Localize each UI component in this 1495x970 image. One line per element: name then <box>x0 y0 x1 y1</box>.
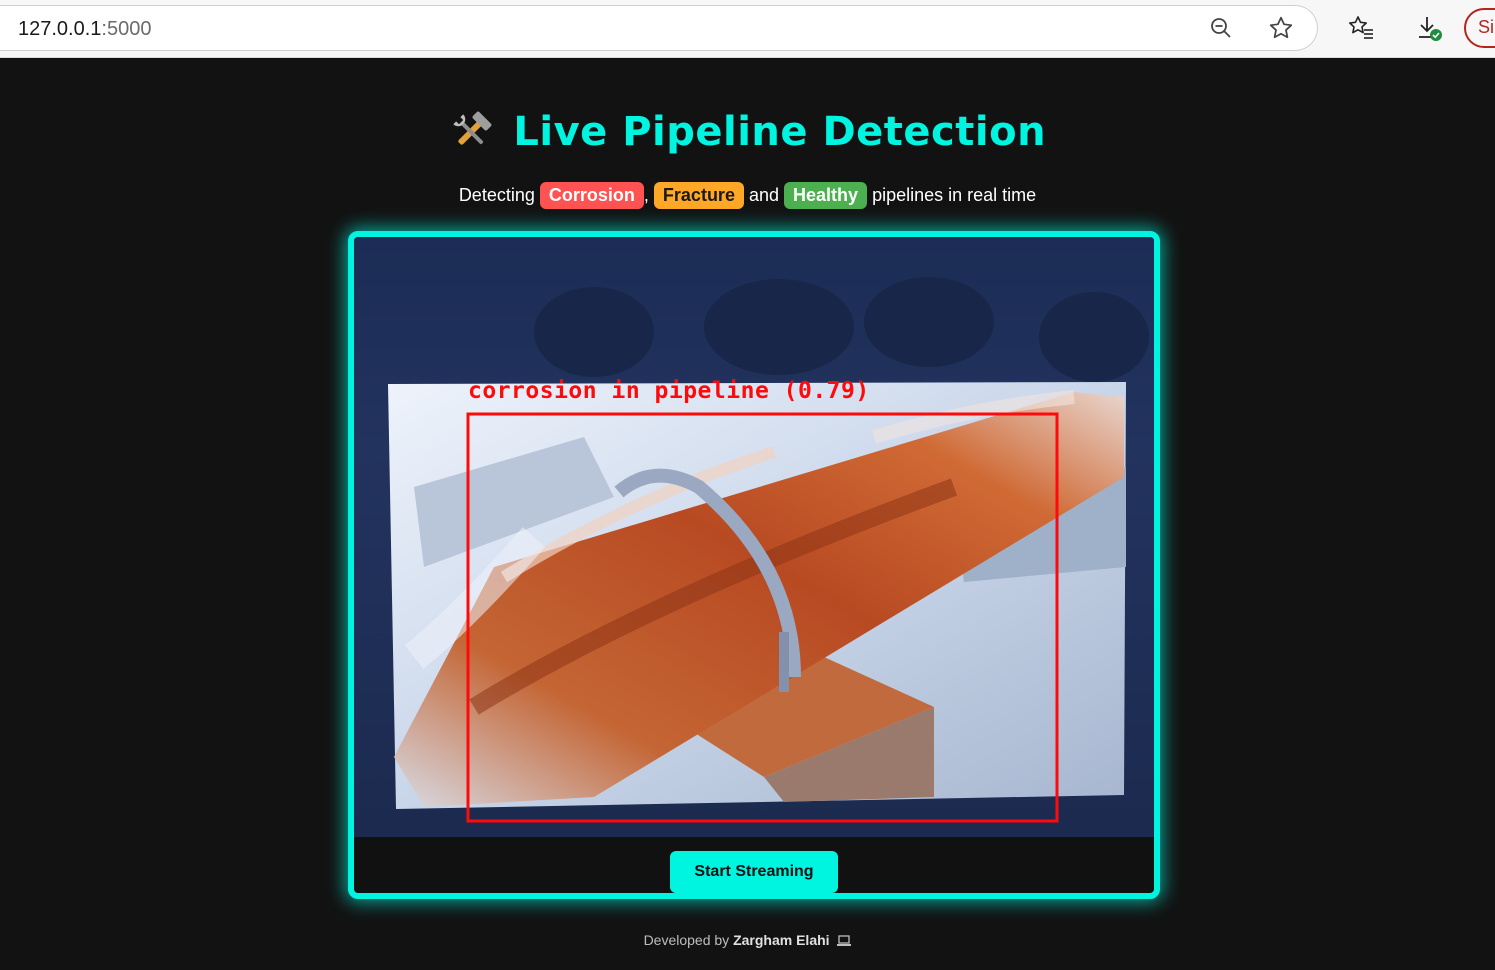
app-page: Live Pipeline Detection Detecting Corros… <box>0 59 1495 970</box>
title-text: Live Pipeline Detection <box>513 109 1047 155</box>
tools-icon <box>453 111 492 145</box>
camera-image <box>388 277 1149 823</box>
page-title: Live Pipeline Detection <box>0 109 1495 155</box>
laptop-icon <box>837 935 852 947</box>
signin-button[interactable]: Si <box>1464 8 1495 48</box>
favorites-icon[interactable] <box>1346 13 1376 43</box>
corrosion-badge: Corrosion <box>539 182 644 209</box>
author-name: Zargham Elahi <box>733 932 830 948</box>
downloads-icon[interactable] <box>1414 13 1444 43</box>
address-bar[interactable]: 127.0.0.1:5000 <box>0 5 1318 51</box>
zoom-out-icon[interactable] <box>1206 13 1236 43</box>
subtitle: Detecting Corrosion, Fracture and Health… <box>0 182 1495 209</box>
healthy-badge: Healthy <box>784 182 868 209</box>
video-feed: corrosion in pipeline (0.79) <box>354 237 1154 837</box>
footer: Developed by Zargham Elahi <box>0 932 1495 948</box>
fracture-badge: Fracture <box>653 182 744 209</box>
browser-toolbar: 127.0.0.1:5000 Si <box>0 0 1495 58</box>
star-icon[interactable] <box>1266 13 1296 43</box>
detection-label: corrosion in pipeline (0.79) <box>468 378 870 404</box>
start-streaming-button[interactable]: Start Streaming <box>670 851 838 893</box>
video-frame: corrosion in pipeline (0.79) Start Strea… <box>348 231 1160 899</box>
url-text: 127.0.0.1:5000 <box>18 18 152 40</box>
